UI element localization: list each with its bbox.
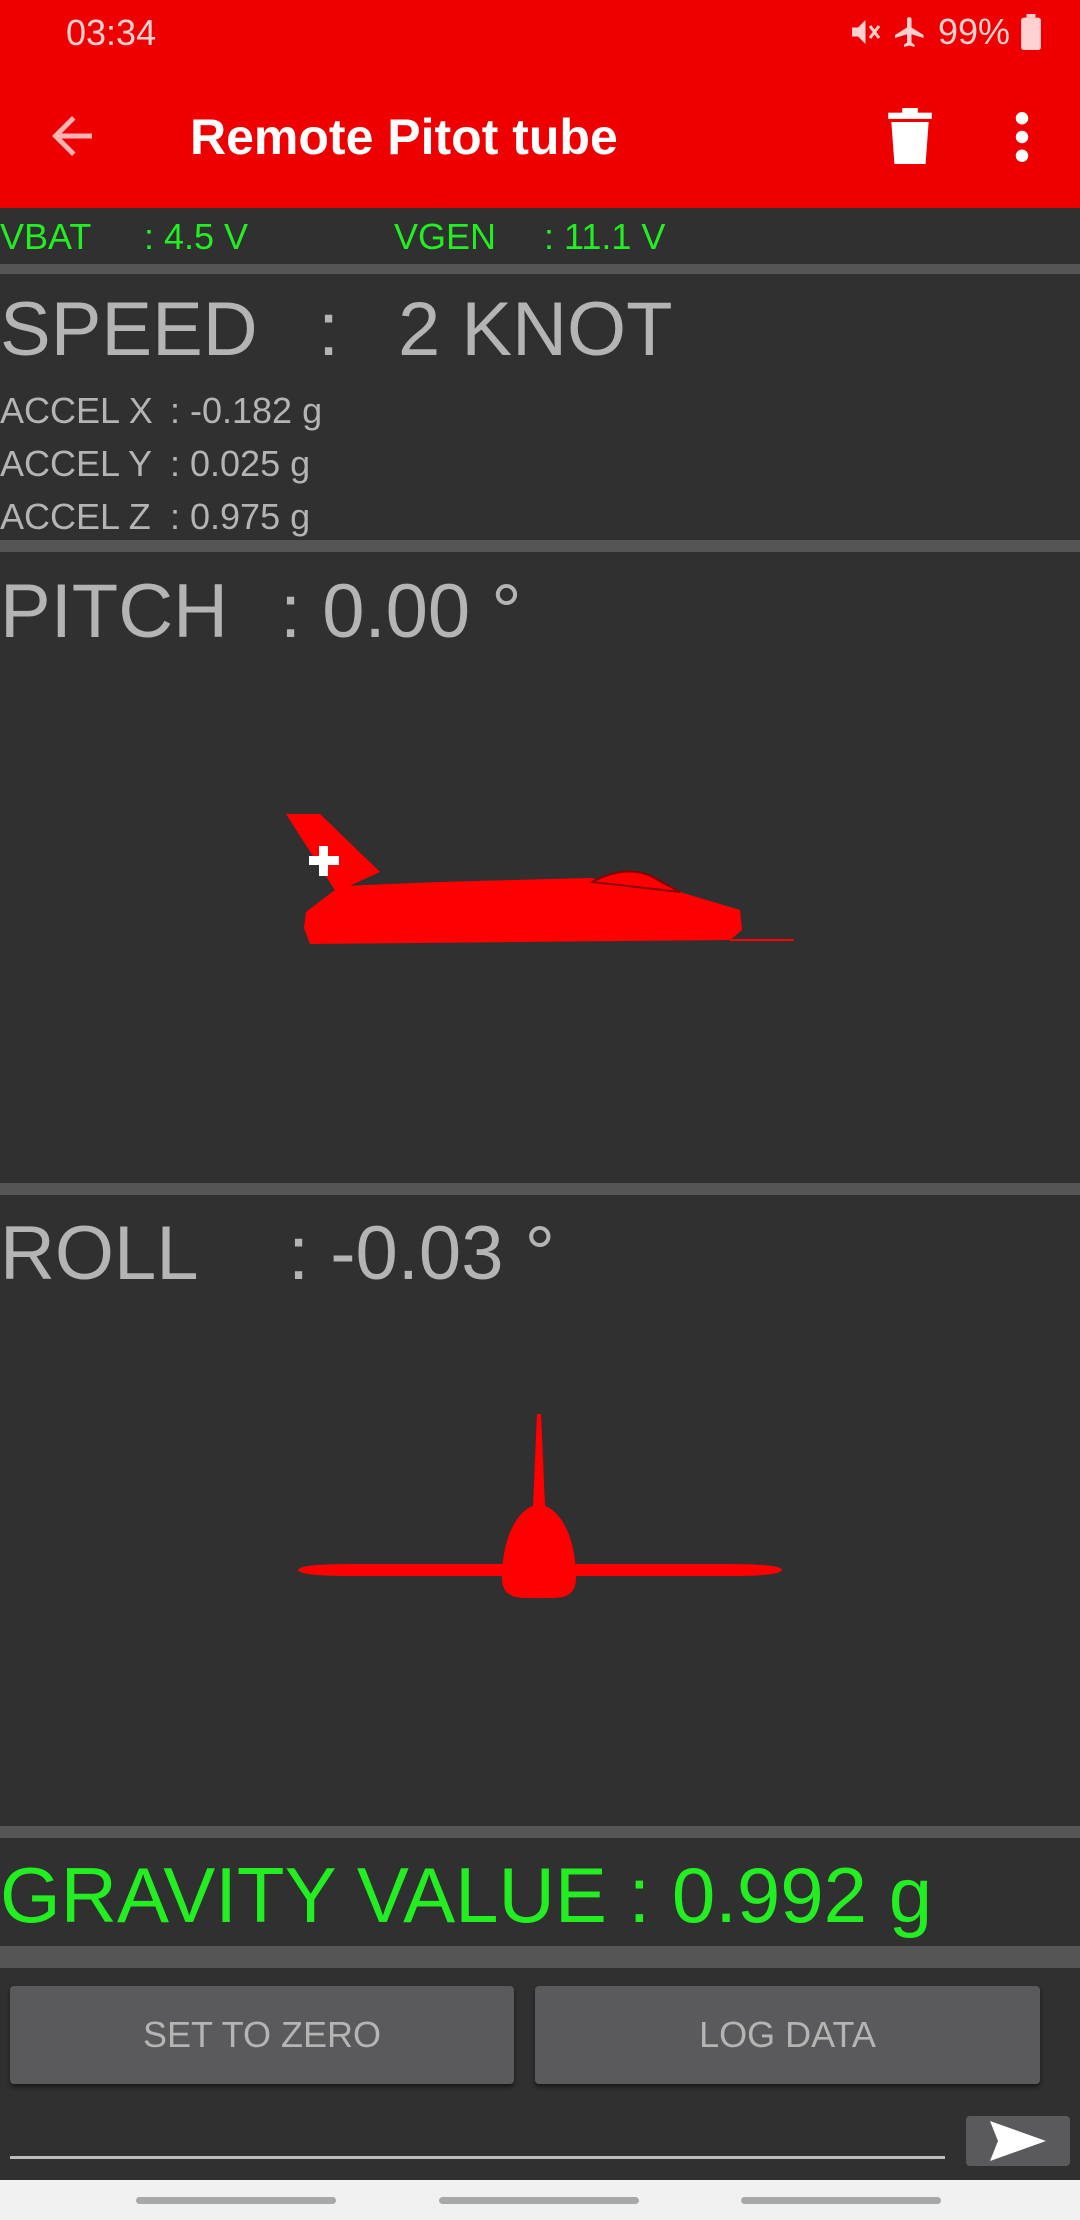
aircraft-side-view-icon	[286, 814, 794, 944]
message-input[interactable]	[10, 2156, 945, 2159]
back-arrow-icon[interactable]	[42, 106, 102, 166]
set-to-zero-button[interactable]: SET TO ZERO	[10, 1986, 514, 2084]
vbat-value: : 4.5 V	[144, 216, 249, 257]
speed-label: SPEED	[0, 287, 258, 372]
trash-icon[interactable]	[886, 108, 934, 164]
status-icons: 99%	[846, 10, 1042, 54]
nav-home-handle[interactable]	[439, 2197, 639, 2204]
send-icon	[990, 2121, 1046, 2161]
accel-y-value: : 0.025 g	[170, 443, 311, 484]
divider	[0, 540, 1080, 552]
status-time: 03:34	[66, 12, 157, 53]
mute-icon	[851, 20, 881, 44]
divider	[0, 1826, 1080, 1838]
accel-z-label: ACCEL Z	[0, 496, 151, 537]
speed-separator: :	[318, 287, 340, 372]
accel-x-value: : -0.182 g	[170, 390, 323, 431]
accel-y-label: ACCEL Y	[0, 443, 153, 484]
page-title: Remote Pitot tube	[190, 109, 618, 165]
roll-value: : -0.03 °	[288, 1211, 555, 1296]
gravity-value: GRAVITY VALUE : 0.992 g	[0, 1851, 933, 1939]
log-data-button[interactable]: LOG DATA	[535, 1986, 1040, 2084]
divider	[0, 264, 1080, 274]
vgen-value: : 11.1 V	[544, 216, 666, 257]
vbat-label: VBAT	[0, 216, 92, 257]
more-vert-icon[interactable]	[1010, 112, 1034, 162]
app-bar: 03:34 99% Remote Pitot tube	[0, 0, 1080, 208]
pitch-label: PITCH	[0, 569, 228, 654]
airplane-mode-icon	[894, 17, 924, 47]
roll-label: ROLL	[0, 1211, 199, 1296]
vgen-label: VGEN	[394, 216, 497, 257]
nav-recents-handle[interactable]	[136, 2197, 336, 2204]
divider	[0, 1183, 1080, 1195]
nav-back-handle[interactable]	[741, 2197, 941, 2204]
battery-icon	[1021, 14, 1041, 50]
accel-z-value: : 0.975 g	[170, 496, 311, 537]
speed-value: 2 KNOT	[398, 287, 673, 372]
aircraft-front-view-icon	[298, 1414, 782, 1598]
accel-x-label: ACCEL X	[0, 390, 153, 431]
battery-percent: 99%	[937, 11, 1010, 52]
send-button[interactable]	[966, 2116, 1070, 2166]
divider	[0, 1946, 1080, 1968]
system-nav-bar	[0, 2180, 1080, 2220]
pitch-value: : 0.00 °	[280, 569, 522, 654]
